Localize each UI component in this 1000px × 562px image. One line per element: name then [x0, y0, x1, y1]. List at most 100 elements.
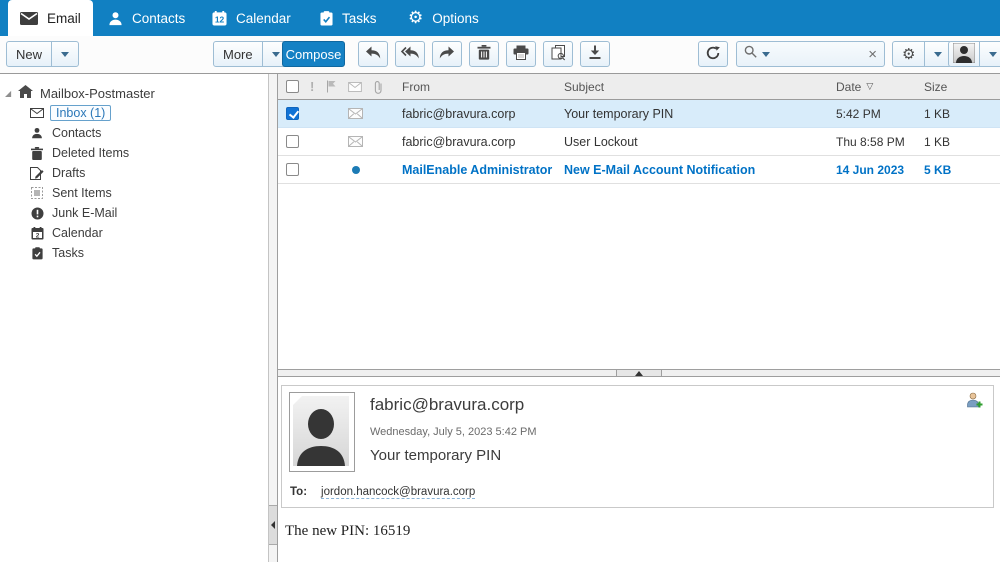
- row-checkbox[interactable]: [286, 163, 299, 176]
- compose-button[interactable]: Compose: [282, 41, 345, 67]
- drafts-pencil-icon: [29, 166, 45, 180]
- print-button[interactable]: [506, 41, 536, 67]
- tab-label: Contacts: [132, 10, 186, 26]
- vertical-splitter[interactable]: [268, 74, 278, 562]
- tab-calendar[interactable]: 12 Calendar: [200, 0, 303, 36]
- sidebar-item-calendar[interactable]: 2 Calendar: [0, 223, 268, 243]
- select-all-checkbox[interactable]: [286, 80, 299, 93]
- vertical-splitter-handle[interactable]: [269, 505, 277, 545]
- message-subject: User Lockout: [564, 134, 638, 149]
- column-date[interactable]: Date ▽: [836, 80, 924, 94]
- column-subject[interactable]: Subject: [564, 80, 836, 94]
- trash-icon: [477, 45, 491, 63]
- delete-button[interactable]: [469, 41, 499, 67]
- folder-tree: ◢ Mailbox-Postmaster Inbox (1) Contacts …: [0, 74, 268, 562]
- message-row[interactable]: fabric@bravura.corp Your temporary PIN 5…: [278, 100, 1000, 128]
- sidebar-item-label: Tasks: [52, 246, 84, 260]
- preview-datetime: Wednesday, July 5, 2023 5:42 PM: [370, 426, 537, 438]
- calendar-small-icon: 2: [29, 226, 45, 240]
- message-subject: Your temporary PIN: [564, 106, 674, 121]
- sort-desc-icon: ▽: [866, 81, 874, 92]
- sidebar-item-label: Deleted Items: [52, 146, 130, 160]
- flag-icon[interactable]: [326, 80, 348, 93]
- message-date: 14 Jun 2023: [836, 162, 905, 177]
- contacts-icon: [108, 11, 123, 26]
- message-row[interactable]: fabric@bravura.corp User Lockout Thu 8:5…: [278, 128, 1000, 156]
- refresh-button[interactable]: [698, 41, 728, 67]
- account-avatar-icon: [952, 42, 976, 66]
- home-icon: [18, 85, 33, 101]
- copy-view-icon: [551, 44, 566, 64]
- svg-text:12: 12: [215, 14, 225, 24]
- row-checkbox[interactable]: [286, 107, 299, 120]
- sidebar-item-sent-items[interactable]: Sent Items: [0, 183, 268, 203]
- horizontal-splitter-handle[interactable]: [616, 370, 662, 376]
- sidebar-item-inbox[interactable]: Inbox (1): [0, 103, 268, 123]
- tab-tasks[interactable]: Tasks: [308, 0, 389, 36]
- tasks-clipboard-icon: [29, 246, 45, 260]
- chevron-down-icon: [934, 51, 943, 57]
- inbox-envelope-icon: [29, 108, 45, 118]
- tab-label: Tasks: [342, 10, 377, 26]
- tab-options[interactable]: ⚙ Options: [396, 0, 491, 36]
- account-dropdown-button[interactable]: [979, 42, 1000, 66]
- importance-icon[interactable]: !: [310, 79, 326, 94]
- message-size: 5 KB: [924, 162, 952, 177]
- message-pane: ! From Subject Date ▽ Size fabric@bravura…: [278, 74, 1000, 562]
- forward-button[interactable]: [432, 41, 462, 67]
- column-size[interactable]: Size: [924, 80, 1000, 94]
- search-input[interactable]: [775, 47, 864, 61]
- tab-contacts[interactable]: Contacts: [96, 0, 197, 36]
- tab-email[interactable]: Email: [8, 0, 93, 36]
- sidebar-item-label: Calendar: [52, 226, 103, 240]
- sidebar-item-contacts[interactable]: Contacts: [0, 123, 268, 143]
- reply-icon: [365, 46, 381, 62]
- settings-button[interactable]: ⚙: [893, 42, 924, 66]
- message-row[interactable]: MailEnable Administrator New E-Mail Acco…: [278, 156, 1000, 184]
- message-size: 1 KB: [924, 106, 951, 121]
- reply-button[interactable]: [358, 41, 388, 67]
- read-envelope-icon: [348, 136, 374, 147]
- add-contact-icon[interactable]: [966, 392, 983, 413]
- read-state-envelope-icon[interactable]: [348, 81, 374, 92]
- message-date: 5:42 PM: [836, 106, 881, 121]
- horizontal-splitter[interactable]: [278, 369, 1000, 377]
- reply-all-button[interactable]: [395, 41, 425, 67]
- contacts-person-icon: [29, 127, 45, 139]
- settings-button-group: ⚙: [892, 41, 953, 67]
- chevron-down-icon: [989, 51, 997, 57]
- attachment-paperclip-icon[interactable]: [374, 80, 402, 94]
- sidebar-item-drafts[interactable]: Drafts: [0, 163, 268, 183]
- sent-items-icon: [29, 187, 45, 199]
- recipient-row: To: jordon.hancock@bravura.corp: [290, 486, 476, 499]
- message-date: Thu 8:58 PM: [836, 134, 905, 149]
- tab-label: Calendar: [236, 10, 291, 26]
- search-clear-icon[interactable]: ×: [868, 47, 877, 62]
- search-box: ×: [736, 41, 885, 67]
- print-icon: [513, 45, 529, 63]
- recipient-address-link[interactable]: jordon.hancock@bravura.corp: [321, 486, 476, 499]
- new-button[interactable]: New: [7, 42, 51, 66]
- sidebar-item-junk[interactable]: Junk E-Mail: [0, 203, 268, 223]
- download-button[interactable]: [580, 41, 610, 67]
- tree-expander-icon[interactable]: ◢: [5, 89, 18, 98]
- sidebar-item-label: Junk E-Mail: [52, 206, 118, 220]
- sidebar-item-deleted-items[interactable]: Deleted Items: [0, 143, 268, 163]
- new-dropdown-button[interactable]: [51, 42, 78, 66]
- column-from[interactable]: From: [402, 80, 564, 94]
- mailbox-root[interactable]: ◢ Mailbox-Postmaster: [0, 83, 268, 103]
- chevron-down-icon: [61, 51, 70, 57]
- search-options-caret-icon[interactable]: [762, 51, 770, 57]
- preview-subject: Your temporary PIN: [370, 447, 502, 464]
- sidebar-item-tasks[interactable]: Tasks: [0, 243, 268, 263]
- row-checkbox[interactable]: [286, 135, 299, 148]
- view-source-button[interactable]: [543, 41, 573, 67]
- read-envelope-icon: [348, 108, 374, 119]
- more-button[interactable]: More: [214, 42, 262, 66]
- forward-icon: [439, 46, 455, 62]
- new-button-group: New: [6, 41, 80, 67]
- message-size: 1 KB: [924, 134, 951, 149]
- account-button[interactable]: [949, 42, 979, 66]
- collapse-left-icon: [271, 521, 275, 529]
- unread-dot-icon: [348, 165, 374, 174]
